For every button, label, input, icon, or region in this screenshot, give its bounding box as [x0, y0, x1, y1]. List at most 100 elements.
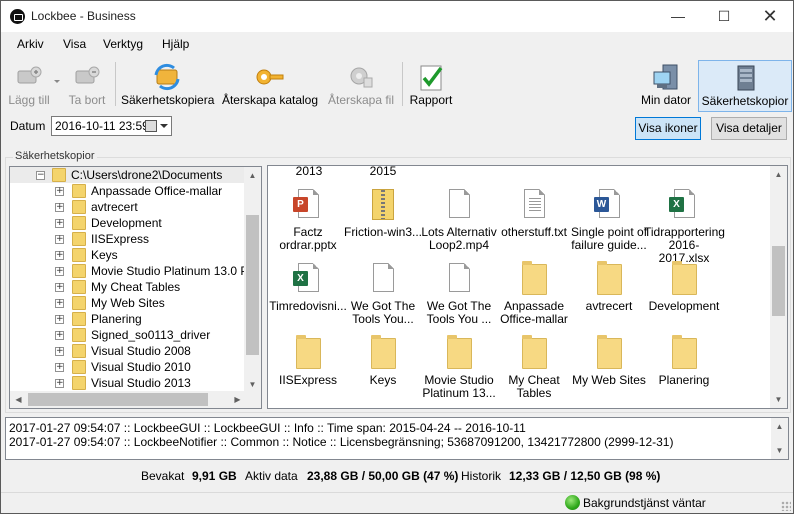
tree-item[interactable]: + Movie Studio Platinum 13.0 Projects	[10, 263, 261, 279]
restore-file-button[interactable]: Återskapa fil	[326, 60, 396, 112]
view-icons-button[interactable]: Visa ikoner	[635, 117, 701, 140]
file-item[interactable]: Development	[644, 261, 724, 313]
close-button[interactable]: ✕	[747, 1, 793, 32]
file-item-label: My Cheat Tables	[508, 373, 560, 400]
my-computer-button[interactable]: Min dator	[637, 60, 695, 112]
expand-icon[interactable]: +	[55, 283, 64, 292]
expand-icon[interactable]: +	[55, 267, 64, 276]
partial-item[interactable]: 2015	[343, 166, 423, 178]
guarded-label: Bevakat	[141, 469, 185, 483]
expand-icon[interactable]: +	[55, 331, 64, 340]
file-item[interactable]: Anpassade Office-mallar	[494, 261, 574, 326]
date-label: Datum	[10, 119, 46, 133]
calendar-icon[interactable]	[145, 120, 157, 132]
menu-verktyg[interactable]: Verktyg	[103, 37, 143, 51]
log-scrollbar[interactable]: ▲ ▼	[771, 418, 788, 459]
tree-item-label: Keys	[91, 248, 118, 262]
file-item[interactable]: Movie Studio Platinum 13...	[419, 335, 499, 400]
tree-item[interactable]: + Visual Studio 2010	[10, 359, 246, 375]
remove-button[interactable]: Ta bort	[65, 60, 109, 112]
tree-item[interactable]: + Planering	[10, 311, 246, 327]
backup-icon	[152, 63, 182, 91]
expand-icon[interactable]: +	[55, 219, 64, 228]
expand-icon[interactable]: +	[55, 363, 64, 372]
tree-scroll-thumb[interactable]	[246, 215, 259, 355]
date-picker[interactable]: 2016-10-11 23:59	[51, 116, 172, 136]
scroll-up-icon[interactable]: ▲	[770, 166, 787, 183]
scroll-up-icon[interactable]: ▲	[771, 418, 788, 435]
tree-horizontal-scrollbar[interactable]: ◀ ▶	[10, 391, 246, 408]
add-button[interactable]: Lägg till	[5, 60, 53, 112]
file-item[interactable]: X Timredovisni...	[268, 262, 348, 313]
tree-root[interactable]: − C:\Users\drone2\Documents	[10, 167, 246, 183]
file-item-label: Planering	[658, 373, 710, 387]
file-item-label: My Web Sites	[572, 373, 646, 387]
scroll-down-icon[interactable]: ▼	[771, 442, 788, 459]
toolbar-separator	[402, 62, 403, 106]
icons-scroll-thumb[interactable]	[772, 246, 785, 316]
collapse-icon[interactable]: −	[36, 171, 45, 180]
expand-icon[interactable]: +	[55, 251, 64, 260]
menu-hjalp[interactable]: Hjälp	[162, 37, 189, 51]
file-item[interactable]: Friction-win3...	[343, 188, 423, 239]
tree-item[interactable]: + Keys	[10, 247, 246, 263]
tree-item[interactable]: + Visual Studio 2008	[10, 343, 246, 359]
minimize-button[interactable]: —	[655, 1, 701, 32]
tree-item[interactable]: + avtrecert	[10, 199, 246, 215]
menu-arkiv[interactable]: Arkiv	[17, 37, 44, 51]
tree-vertical-scrollbar[interactable]: ▲ ▼	[244, 167, 261, 393]
icons-vertical-scrollbar[interactable]: ▲ ▼	[770, 166, 787, 408]
tree-hscroll-thumb[interactable]	[28, 393, 208, 406]
file-item[interactable]: We Got The Tools You ...	[419, 262, 499, 326]
chevron-down-icon[interactable]	[160, 124, 168, 128]
file-item[interactable]: My Cheat Tables	[494, 335, 574, 400]
tree-item[interactable]: + Visual Studio 2013	[10, 375, 246, 391]
backups-label: Säkerhetskopior	[701, 94, 789, 108]
file-icon-view[interactable]: 2013 2015 P Factz ordrar.pptx Friction-win…	[267, 165, 788, 409]
expand-icon[interactable]: +	[55, 379, 64, 388]
file-item[interactable]: Planering	[644, 335, 724, 387]
scroll-up-icon[interactable]: ▲	[244, 167, 261, 184]
file-item[interactable]: My Web Sites	[569, 335, 649, 387]
report-button[interactable]: Rapport	[407, 60, 455, 112]
file-icon	[368, 262, 398, 296]
resize-grip-icon[interactable]	[781, 501, 791, 511]
tree-item[interactable]: + My Cheat Tables	[10, 279, 246, 295]
partial-item[interactable]: 2013	[269, 166, 349, 178]
backup-button[interactable]: Säkerhetskopiera	[121, 60, 214, 112]
folder-icon	[72, 184, 86, 198]
date-value: 2016-10-11 23:59	[55, 119, 149, 133]
file-item[interactable]: We Got The Tools You...	[343, 262, 423, 326]
scroll-left-icon[interactable]: ◀	[10, 391, 27, 408]
tree-item-label: My Cheat Tables	[91, 280, 181, 294]
expand-icon[interactable]: +	[55, 203, 64, 212]
menu-visa[interactable]: Visa	[63, 37, 86, 51]
file-item[interactable]: P Factz ordrar.pptx	[268, 188, 348, 252]
file-item[interactable]: Keys	[343, 335, 423, 387]
scroll-down-icon[interactable]: ▼	[770, 391, 787, 408]
tree-item[interactable]: + Development	[10, 215, 246, 231]
tree-item[interactable]: + Anpassade Office-mallar	[10, 183, 246, 199]
file-item[interactable]: Lots Alternativ Loop2.mp4	[419, 188, 499, 252]
expand-icon[interactable]: +	[55, 315, 64, 324]
tree-item[interactable]: + Signed_so0113_driver	[10, 327, 246, 343]
file-item[interactable]: IISExpress	[268, 335, 348, 387]
folder-tree[interactable]: − C:\Users\drone2\Documents + Anpassade O…	[9, 166, 262, 409]
add-dropdown-icon[interactable]	[54, 80, 60, 83]
tree-item[interactable]: + My Web Sites	[10, 295, 246, 311]
file-item[interactable]: otherstuff.txt	[494, 188, 574, 239]
view-details-button[interactable]: Visa detaljer	[711, 117, 787, 140]
expand-icon[interactable]: +	[55, 235, 64, 244]
log-panel[interactable]: 2017-01-27 09:54:07 :: LockbeeGUI :: Loc…	[5, 417, 789, 460]
tree-item-label: Movie Studio Platinum 13.0 Projects	[91, 264, 261, 278]
maximize-button[interactable]: ☐	[701, 1, 747, 32]
expand-icon[interactable]: +	[55, 187, 64, 196]
tree-item[interactable]: + IISExpress	[10, 231, 246, 247]
file-item[interactable]: W Single point of failure guide...	[569, 188, 649, 252]
backups-button[interactable]: Säkerhetskopior	[698, 60, 792, 112]
file-item[interactable]: avtrecert	[569, 261, 649, 313]
restore-catalog-button[interactable]: Återskapa katalog	[221, 60, 319, 112]
file-item[interactable]: X Tidrapportering 2016-2017.xlsx	[644, 188, 725, 265]
expand-icon[interactable]: +	[55, 347, 64, 356]
expand-icon[interactable]: +	[55, 299, 64, 308]
